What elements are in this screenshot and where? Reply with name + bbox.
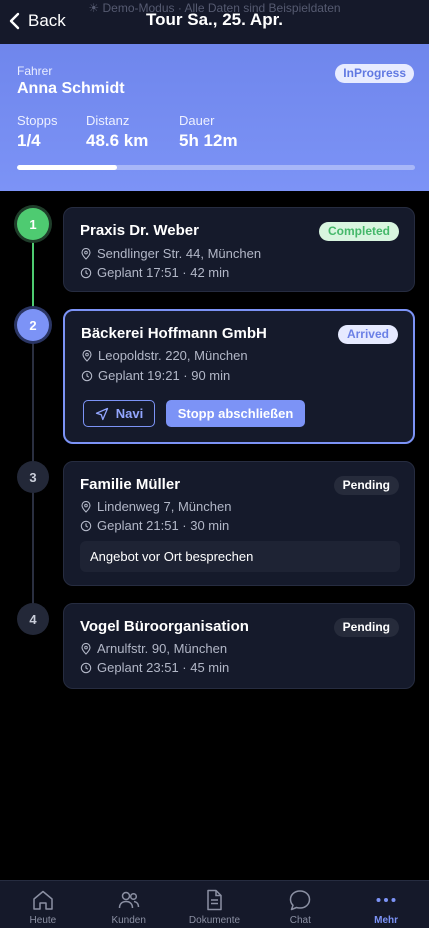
navigation-arrow-icon — [95, 407, 108, 420]
navigate-button-label: Navi — [115, 406, 144, 421]
timeline-node-2: 2 — [17, 309, 49, 341]
stop-card-2[interactable]: Bäckerei Hoffmann GmbH Arrived Leopoldst… — [63, 309, 415, 444]
stop-name: Vogel Büroorganisation — [80, 618, 249, 635]
timeline-node-4: 4 — [17, 603, 49, 635]
clock-icon — [80, 520, 92, 531]
clock-icon — [80, 662, 92, 673]
tour-summary: Fahrer Anna Schmidt InProgress Stopps 1/… — [0, 44, 429, 191]
stop-planned-text: Geplant 23:51 · 45 min — [97, 660, 230, 675]
more-icon — [376, 898, 396, 902]
stop-planned: Geplant 19:21 · 90 min — [81, 368, 230, 383]
users-icon — [118, 891, 139, 909]
driver-label: Fahrer — [17, 64, 53, 78]
stat-distance: Distanz 48.6 km — [86, 113, 148, 151]
stop-address-text: Sendlinger Str. 44, München — [97, 246, 262, 261]
driver-name: Anna Schmidt — [17, 80, 125, 97]
clock-icon — [81, 370, 93, 381]
tab-label: Heute — [29, 915, 57, 926]
stop-planned: Geplant 21:51 · 30 min — [80, 518, 229, 533]
chat-icon — [290, 890, 311, 911]
stop-card-4[interactable]: Vogel Büroorganisation Pending Arnulfstr… — [63, 603, 415, 689]
map-pin-icon — [82, 349, 92, 362]
document-icon — [207, 889, 223, 911]
stat-stops-label: Stopps — [17, 113, 58, 128]
stop-planned-text: Geplant 19:21 · 90 min — [98, 368, 231, 383]
home-icon — [33, 890, 53, 910]
stop-planned-text: Geplant 17:51 · 42 min — [97, 265, 230, 280]
stat-stops: Stopps 1/4 — [17, 113, 57, 151]
stop-address: Leopoldstr. 220, München — [81, 348, 248, 363]
tour-progress-fill — [17, 165, 117, 170]
navigate-button[interactable]: Navi — [83, 400, 155, 427]
tour-status-badge: InProgress — [335, 64, 414, 83]
tab-chat[interactable]: Chat — [257, 881, 343, 928]
stop-address-text: Lindenweg 7, München — [97, 499, 232, 514]
stop-planned: Geplant 17:51 · 42 min — [80, 265, 229, 280]
stop-name: Familie Müller — [80, 476, 181, 493]
stop-status-badge: Pending — [333, 476, 399, 495]
bottom-tab-bar: Heute Kunden Dokumente Chat Mehr — [0, 880, 429, 928]
timeline-node-3: 3 — [17, 461, 49, 493]
stat-duration-value: 5h 12m — [179, 131, 238, 150]
stat-duration-label: Dauer — [179, 113, 215, 128]
stop-card-3[interactable]: Familie Müller Pending Lindenweg 7, Münc… — [63, 461, 415, 586]
stop-address-text: Arnulfstr. 90, München — [97, 641, 228, 656]
map-pin-icon — [81, 500, 91, 513]
top-navigation-bar: ☀ Demo-Modus · Alle Daten sind Beispield… — [0, 0, 429, 44]
stop-name: Bäckerei Hoffmann GmbH — [81, 325, 267, 342]
stop-address-text: Leopoldstr. 220, München — [98, 348, 248, 363]
tab-label: Chat — [289, 915, 311, 926]
stop-planned-text: Geplant 21:51 · 30 min — [97, 518, 230, 533]
tab-heute[interactable]: Heute — [0, 881, 86, 928]
back-button-label: Back — [28, 11, 66, 30]
stat-duration: Dauer 5h 12m — [179, 113, 238, 151]
stop-address: Sendlinger Str. 44, München — [80, 246, 261, 261]
stop-card-1[interactable]: Praxis Dr. Weber Completed Sendlinger St… — [63, 207, 415, 292]
timeline-node-1: 1 — [17, 208, 49, 240]
tab-mehr[interactable]: Mehr — [343, 881, 429, 928]
stop-status-badge: Completed — [318, 222, 399, 241]
map-pin-icon — [81, 247, 91, 260]
chevron-left-icon — [9, 12, 20, 30]
tab-kunden[interactable]: Kunden — [86, 881, 172, 928]
clock-icon — [80, 267, 92, 278]
tour-progress-bar — [17, 165, 415, 170]
map-pin-icon — [81, 642, 91, 655]
tab-label: Mehr — [374, 915, 399, 926]
complete-stop-button[interactable]: Stopp abschließen — [166, 400, 305, 427]
stop-address: Arnulfstr. 90, München — [80, 641, 227, 656]
tab-dokumente[interactable]: Dokumente — [172, 881, 258, 928]
stat-stops-value: 1/4 — [17, 131, 41, 150]
stop-status-badge: Pending — [333, 618, 399, 637]
stat-distance-label: Distanz — [86, 113, 130, 128]
stop-name: Praxis Dr. Weber — [80, 222, 199, 239]
stop-status-badge: Arrived — [337, 325, 398, 344]
tab-label: Dokumente — [188, 915, 241, 926]
back-button[interactable]: Back — [8, 10, 66, 32]
tab-label: Kunden — [111, 915, 146, 926]
stop-address: Lindenweg 7, München — [80, 499, 231, 514]
stop-note: Angebot vor Ort besprechen — [80, 541, 400, 572]
stop-planned: Geplant 23:51 · 45 min — [80, 660, 229, 675]
stat-distance-value: 48.6 km — [86, 131, 149, 150]
